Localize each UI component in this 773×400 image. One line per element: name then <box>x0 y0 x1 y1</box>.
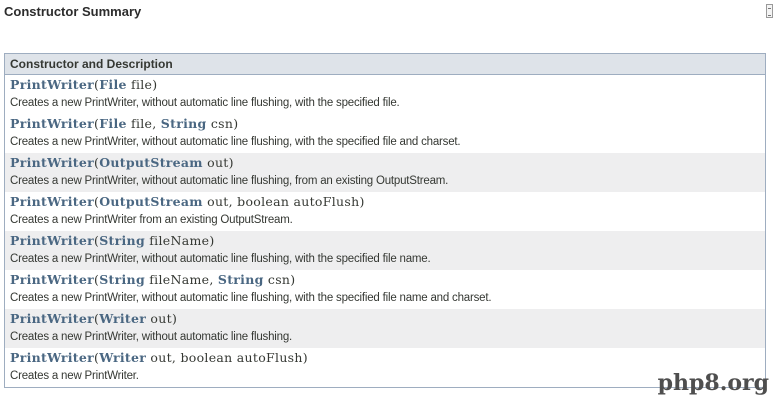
param-text: out <box>146 311 172 326</box>
type-link[interactable]: String <box>161 116 207 131</box>
constructor-link[interactable]: PrintWriter <box>10 311 94 326</box>
param-text: out <box>202 155 229 170</box>
table-row: PrintWriter(OutputStream out) Creates a … <box>5 153 765 192</box>
type-link[interactable]: Writer <box>99 311 146 326</box>
constructor-signature: PrintWriter(String fileName, String csn) <box>10 272 296 287</box>
constructor-signature: PrintWriter(Writer out) <box>10 311 178 326</box>
param-text: out, boolean autoFlush <box>146 350 303 365</box>
type-link[interactable]: File <box>99 116 127 131</box>
constructor-signature: PrintWriter(File file) <box>10 77 158 92</box>
constructor-description: Creates a new PrintWriter from an existi… <box>10 214 293 226</box>
constructor-signature: PrintWriter(Writer out, boolean autoFlus… <box>10 350 308 365</box>
param-text: file, <box>126 116 161 131</box>
constructor-signature: PrintWriter(File file, String csn) <box>10 116 239 131</box>
param-text: csn <box>263 272 291 287</box>
constructor-signature: PrintWriter(String fileName) <box>10 233 215 248</box>
table-row: PrintWriter(OutputStream out, boolean au… <box>5 192 765 231</box>
table-row: PrintWriter(File file, String csn) Creat… <box>5 114 765 153</box>
table-row: PrintWriter(String fileName, String csn)… <box>5 270 765 309</box>
watermark-logo: php8.org <box>657 370 769 396</box>
type-link[interactable]: OutputStream <box>99 155 203 170</box>
constructor-link[interactable]: PrintWriter <box>10 116 94 131</box>
section-title: Constructor Summary <box>4 4 142 19</box>
constructor-description: Creates a new PrintWriter. <box>10 370 139 382</box>
param-text: out, boolean autoFlush <box>202 194 360 209</box>
scrollbar-icon[interactable] <box>766 4 773 18</box>
constructor-description: Creates a new PrintWriter, without autom… <box>10 136 461 148</box>
table-row: PrintWriter(Writer out, boolean autoFlus… <box>5 348 765 387</box>
constructor-signature: PrintWriter(OutputStream out) <box>10 155 234 170</box>
table-row: PrintWriter(Writer out) Creates a new Pr… <box>5 309 765 348</box>
param-text: file <box>126 77 153 92</box>
constructor-description: Creates a new PrintWriter, without autom… <box>10 175 449 187</box>
constructor-link[interactable]: PrintWriter <box>10 194 94 209</box>
param-text: csn <box>206 116 234 131</box>
constructor-signature: PrintWriter(OutputStream out, boolean au… <box>10 194 365 209</box>
type-link[interactable]: File <box>99 77 127 92</box>
type-link[interactable]: String <box>218 272 264 287</box>
constructor-link[interactable]: PrintWriter <box>10 155 94 170</box>
constructor-description: Creates a new PrintWriter, without autom… <box>10 253 431 265</box>
constructor-description: Creates a new PrintWriter, without autom… <box>10 331 293 343</box>
table-row: PrintWriter(File file) Creates a new Pri… <box>5 75 765 114</box>
table-header: Constructor and Description <box>5 54 765 75</box>
table-row: PrintWriter(String fileName) Creates a n… <box>5 231 765 270</box>
param-text: fileName, <box>144 272 218 287</box>
type-link[interactable]: Writer <box>99 350 146 365</box>
constructor-summary-table: Constructor and Description PrintWriter(… <box>4 53 766 388</box>
constructor-description: Creates a new PrintWriter, without autom… <box>10 97 400 109</box>
table-caption: Constructors <box>10 38 80 50</box>
type-link[interactable]: String <box>99 272 145 287</box>
constructor-description: Creates a new PrintWriter, without autom… <box>10 292 492 304</box>
type-link[interactable]: OutputStream <box>99 194 203 209</box>
constructor-link[interactable]: PrintWriter <box>10 233 94 248</box>
constructor-link[interactable]: PrintWriter <box>10 272 94 287</box>
type-link[interactable]: String <box>99 233 145 248</box>
constructor-link[interactable]: PrintWriter <box>10 77 94 92</box>
param-text: fileName <box>144 233 210 248</box>
constructor-link[interactable]: PrintWriter <box>10 350 94 365</box>
